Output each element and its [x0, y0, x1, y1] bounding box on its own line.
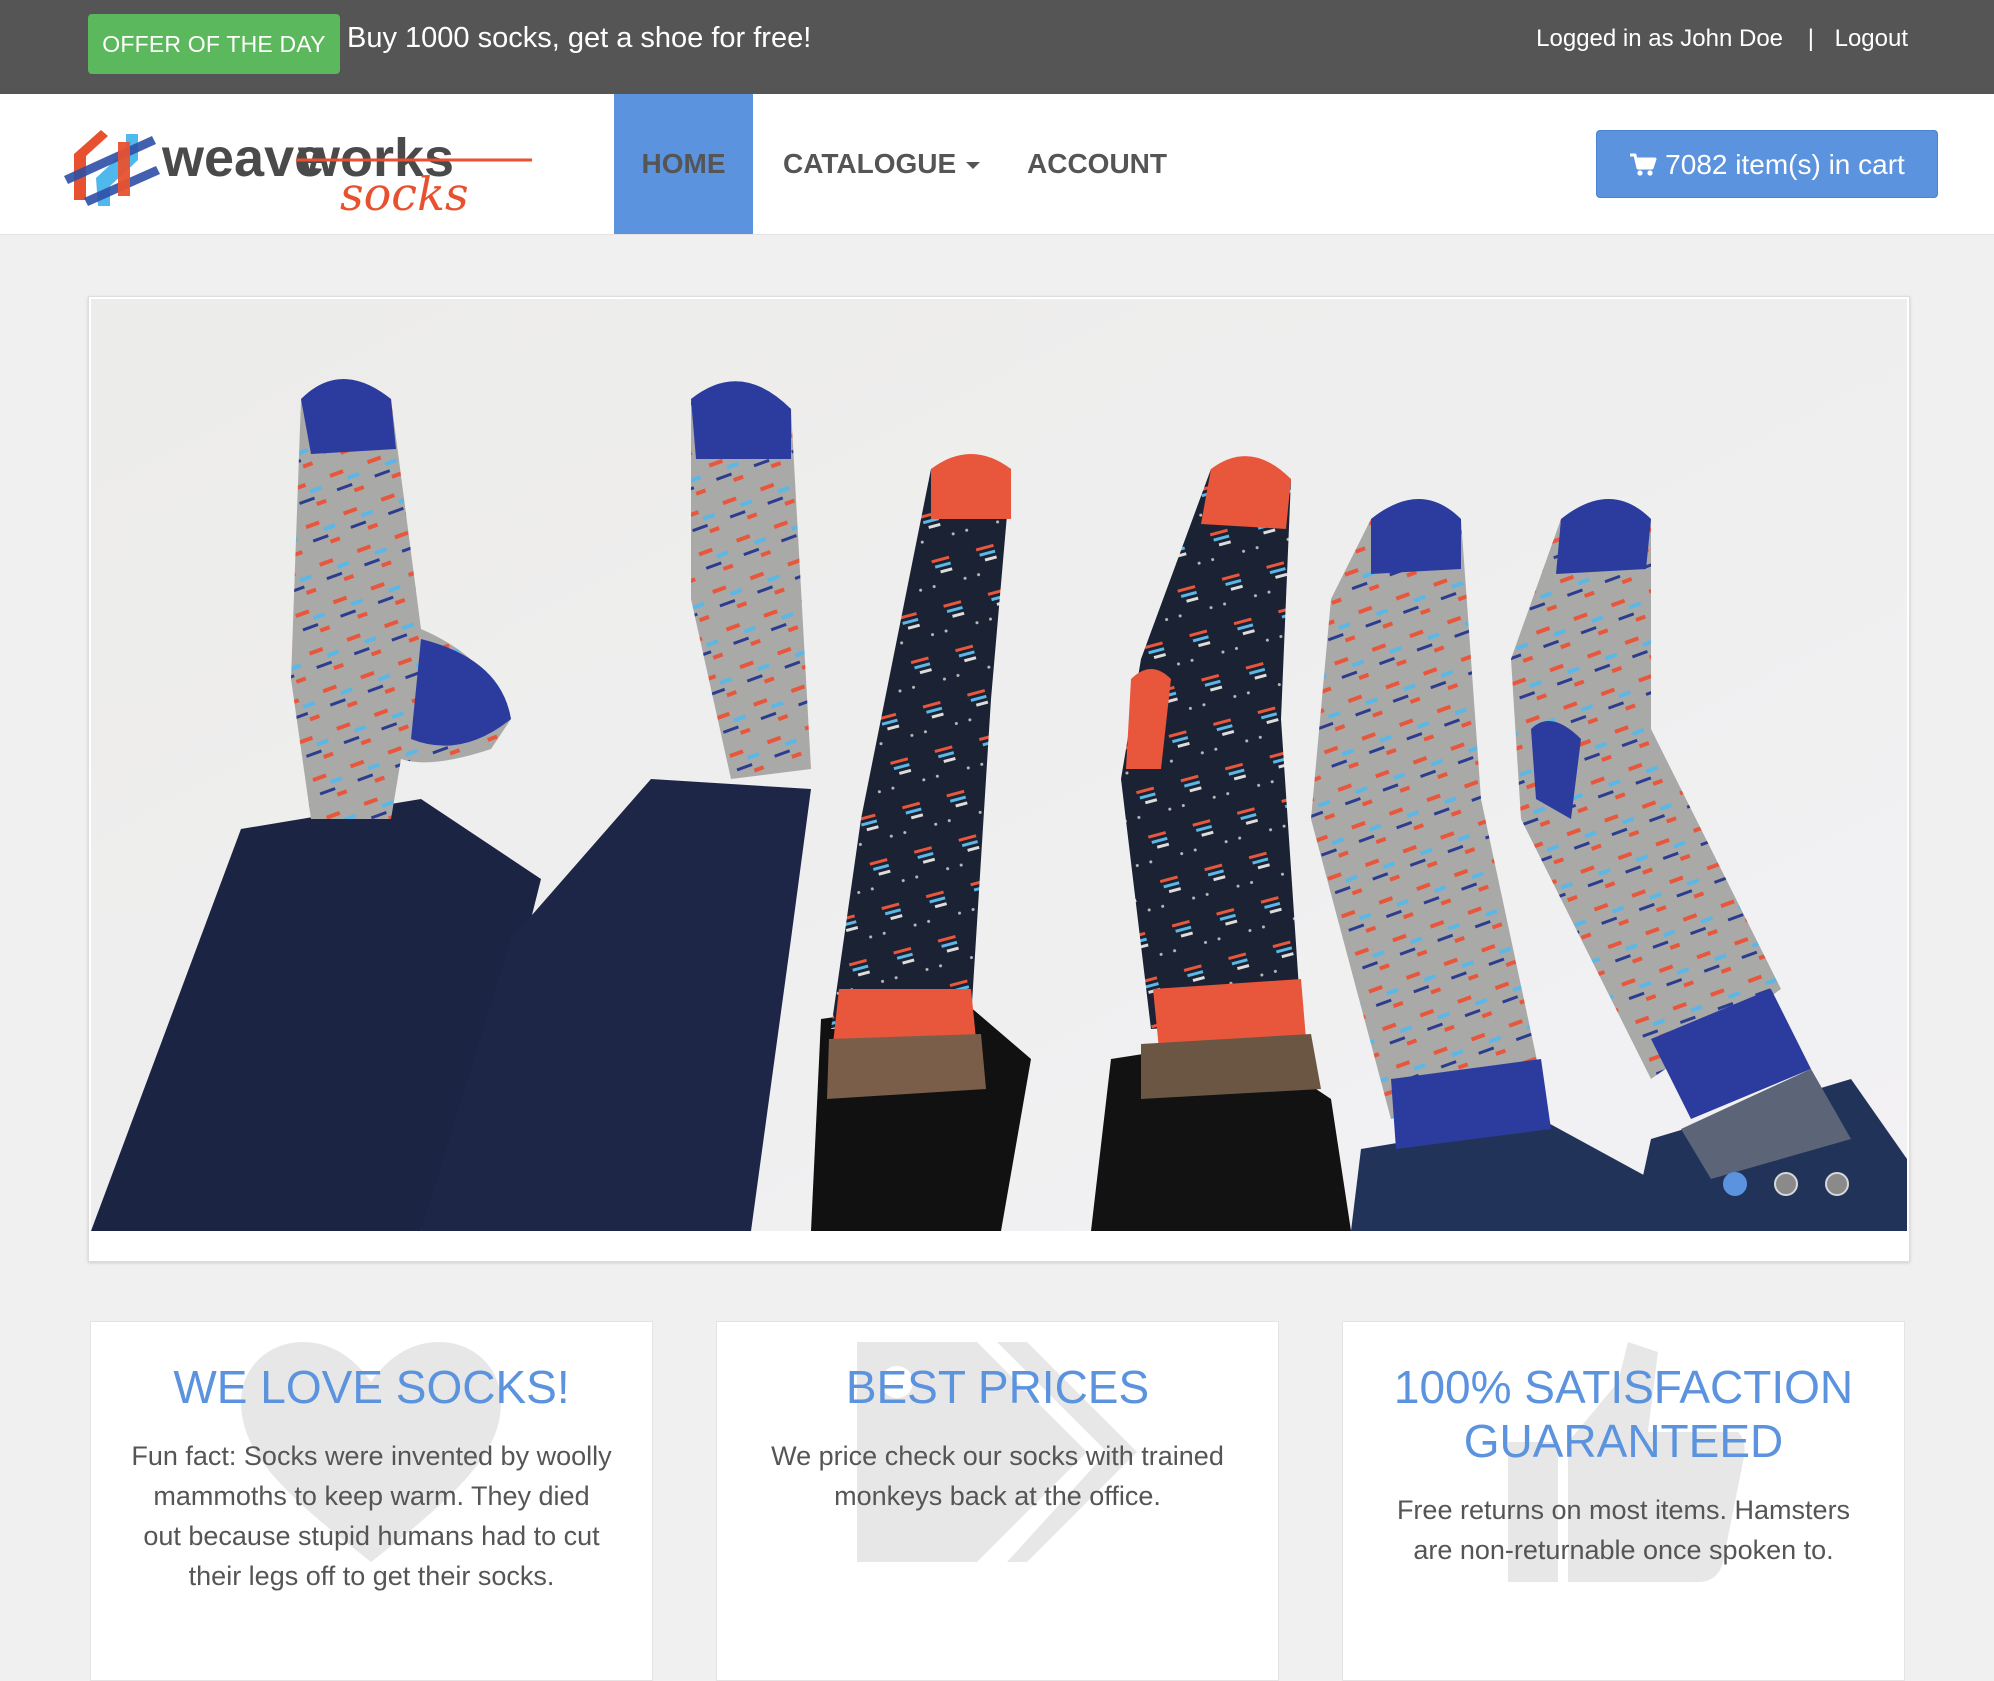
nav-account-label: Account — [1027, 148, 1167, 179]
feature-title: 100% SATISFACTION GUARANTEED — [1393, 1361, 1854, 1467]
svg-text:socks: socks — [340, 167, 469, 214]
feature-box-satisfaction: 100% SATISFACTION GUARANTEED Free return… — [1342, 1321, 1905, 1681]
main-navbar: weave works socks Home Catalogue Account… — [0, 94, 1994, 235]
socks-photo — [91, 299, 1907, 1231]
feature-title: WE LOVE SOCKS! — [173, 1361, 570, 1413]
feature-text: We price check our socks with trained mo… — [771, 1441, 1224, 1511]
nav-home-label: Home — [641, 148, 726, 179]
feature-title: BEST PRICES — [845, 1361, 1150, 1413]
feature-text: Fun fact: Socks were invented by woolly … — [131, 1441, 612, 1591]
nav-home[interactable]: Home — [614, 94, 753, 234]
carousel-dot-3[interactable] — [1825, 1172, 1849, 1196]
nav-catalogue-dropdown[interactable]: Catalogue — [783, 94, 981, 234]
cart-count-label: 7082 item(s) in cart — [1665, 149, 1905, 180]
carousel-dot-1[interactable] — [1723, 1172, 1747, 1196]
separator: | — [1807, 25, 1814, 52]
feature-box-best-prices: BEST PRICES We price check our socks wit… — [716, 1321, 1279, 1681]
logout-link[interactable]: Logout — [1835, 25, 1908, 52]
hero-carousel — [88, 296, 1910, 1262]
carousel-dot-2[interactable] — [1774, 1172, 1798, 1196]
feature-text: Free returns on most items. Hamsters are… — [1396, 1495, 1851, 1565]
caret-down-icon — [966, 162, 981, 170]
user-menu: Logged in as John Doe | Logout — [1536, 25, 1908, 53]
nav-catalogue-label: Catalogue — [783, 148, 957, 179]
logo-mark-icon — [64, 130, 160, 206]
carousel-slide-image[interactable] — [91, 299, 1907, 1231]
feature-box-love-socks: WE LOVE SOCKS! Fun fact: Socks were inve… — [90, 1321, 653, 1681]
top-bar: OFFER OF THE DAY Buy 1000 socks, get a s… — [0, 0, 1994, 94]
cart-button[interactable]: 7082 item(s) in cart — [1596, 130, 1938, 198]
offer-text: Buy 1000 socks, get a shoe for free! — [347, 22, 812, 54]
weaveworks-socks-logo[interactable]: weave works socks — [56, 114, 536, 214]
shopping-cart-icon — [1630, 153, 1657, 176]
offer-of-the-day-badge[interactable]: OFFER OF THE DAY — [88, 14, 340, 74]
nav-account[interactable]: Account — [1027, 94, 1167, 234]
logged-in-text: Logged in as John Doe — [1536, 25, 1784, 52]
